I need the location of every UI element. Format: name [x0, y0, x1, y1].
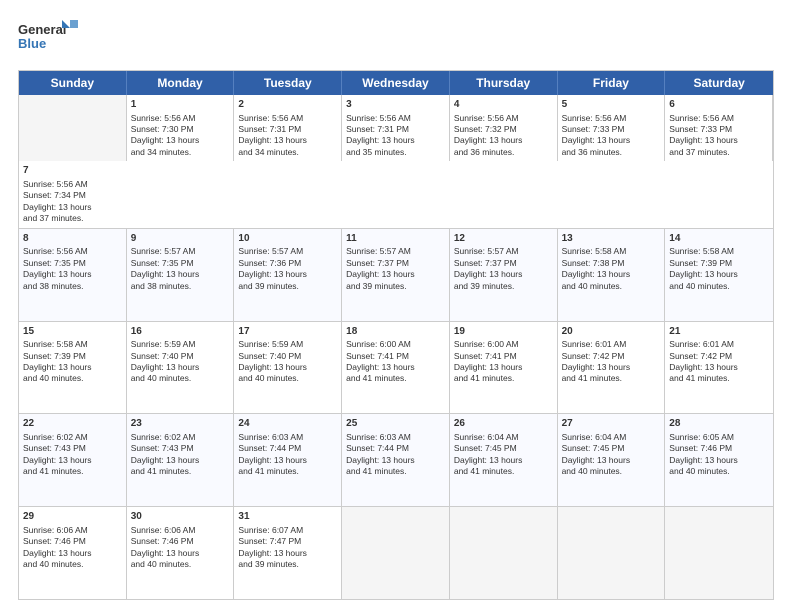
cal-cell-8: 8Sunrise: 5:56 AMSunset: 7:35 PMDaylight… [19, 229, 127, 321]
calendar-row-5: 29Sunrise: 6:06 AMSunset: 7:46 PMDayligh… [19, 506, 773, 599]
day-number: 3 [346, 98, 445, 112]
cal-cell-21: 21Sunrise: 6:01 AMSunset: 7:42 PMDayligh… [665, 322, 773, 414]
calendar-header: SundayMondayTuesdayWednesdayThursdayFrid… [19, 71, 773, 95]
day-number: 30 [131, 510, 230, 524]
header-tuesday: Tuesday [234, 71, 342, 95]
cal-cell-23: 23Sunrise: 6:02 AMSunset: 7:43 PMDayligh… [127, 414, 235, 506]
day-number: 7 [23, 164, 123, 178]
day-number: 12 [454, 232, 553, 246]
day-number: 19 [454, 325, 553, 339]
cal-cell-4: 4Sunrise: 5:56 AMSunset: 7:32 PMDaylight… [450, 95, 558, 161]
cal-cell-29: 29Sunrise: 6:06 AMSunset: 7:46 PMDayligh… [19, 507, 127, 599]
cal-cell-5: 5Sunrise: 5:56 AMSunset: 7:33 PMDaylight… [558, 95, 666, 161]
cal-cell-28: 28Sunrise: 6:05 AMSunset: 7:46 PMDayligh… [665, 414, 773, 506]
day-number: 16 [131, 325, 230, 339]
header-monday: Monday [127, 71, 235, 95]
cal-cell-31: 31Sunrise: 6:07 AMSunset: 7:47 PMDayligh… [234, 507, 342, 599]
svg-text:General: General [18, 22, 66, 37]
day-number: 28 [669, 417, 769, 431]
cal-cell-6: 6Sunrise: 5:56 AMSunset: 7:33 PMDaylight… [665, 95, 773, 161]
day-number: 25 [346, 417, 445, 431]
day-number: 10 [238, 232, 337, 246]
cal-cell-empty [665, 507, 773, 599]
header-wednesday: Wednesday [342, 71, 450, 95]
cal-cell-17: 17Sunrise: 5:59 AMSunset: 7:40 PMDayligh… [234, 322, 342, 414]
cal-cell-26: 26Sunrise: 6:04 AMSunset: 7:45 PMDayligh… [450, 414, 558, 506]
cal-cell-10: 10Sunrise: 5:57 AMSunset: 7:36 PMDayligh… [234, 229, 342, 321]
calendar-row-4: 22Sunrise: 6:02 AMSunset: 7:43 PMDayligh… [19, 413, 773, 506]
calendar-body: 1Sunrise: 5:56 AMSunset: 7:30 PMDaylight… [19, 95, 773, 599]
day-number: 20 [562, 325, 661, 339]
cal-cell-16: 16Sunrise: 5:59 AMSunset: 7:40 PMDayligh… [127, 322, 235, 414]
cal-cell-15: 15Sunrise: 5:58 AMSunset: 7:39 PMDayligh… [19, 322, 127, 414]
cal-cell-empty [450, 507, 558, 599]
header-sunday: Sunday [19, 71, 127, 95]
day-number: 18 [346, 325, 445, 339]
day-number: 6 [669, 98, 768, 112]
cal-cell-24: 24Sunrise: 6:03 AMSunset: 7:44 PMDayligh… [234, 414, 342, 506]
cal-cell-22: 22Sunrise: 6:02 AMSunset: 7:43 PMDayligh… [19, 414, 127, 506]
day-number: 13 [562, 232, 661, 246]
logo-svg: General Blue [18, 18, 78, 60]
day-number: 27 [562, 417, 661, 431]
cal-cell-27: 27Sunrise: 6:04 AMSunset: 7:45 PMDayligh… [558, 414, 666, 506]
cal-cell-18: 18Sunrise: 6:00 AMSunset: 7:41 PMDayligh… [342, 322, 450, 414]
header-saturday: Saturday [665, 71, 773, 95]
cal-cell-2: 2Sunrise: 5:56 AMSunset: 7:31 PMDaylight… [234, 95, 342, 161]
cal-cell-30: 30Sunrise: 6:06 AMSunset: 7:46 PMDayligh… [127, 507, 235, 599]
day-number: 4 [454, 98, 553, 112]
day-number: 1 [131, 98, 230, 112]
day-number: 31 [238, 510, 337, 524]
cal-cell-3: 3Sunrise: 5:56 AMSunset: 7:31 PMDaylight… [342, 95, 450, 161]
cal-cell-11: 11Sunrise: 5:57 AMSunset: 7:37 PMDayligh… [342, 229, 450, 321]
cal-cell-1: 1Sunrise: 5:56 AMSunset: 7:30 PMDaylight… [127, 95, 235, 161]
day-number: 11 [346, 232, 445, 246]
day-number: 9 [131, 232, 230, 246]
day-number: 26 [454, 417, 553, 431]
cal-cell-empty [342, 507, 450, 599]
cal-cell-19: 19Sunrise: 6:00 AMSunset: 7:41 PMDayligh… [450, 322, 558, 414]
calendar-row-3: 15Sunrise: 5:58 AMSunset: 7:39 PMDayligh… [19, 321, 773, 414]
cal-cell-20: 20Sunrise: 6:01 AMSunset: 7:42 PMDayligh… [558, 322, 666, 414]
cal-cell-12: 12Sunrise: 5:57 AMSunset: 7:37 PMDayligh… [450, 229, 558, 321]
page: General Blue SundayMondayTuesdayWednesda… [0, 0, 792, 612]
svg-text:Blue: Blue [18, 36, 46, 51]
day-number: 15 [23, 325, 122, 339]
cal-cell-9: 9Sunrise: 5:57 AMSunset: 7:35 PMDaylight… [127, 229, 235, 321]
cal-cell-25: 25Sunrise: 6:03 AMSunset: 7:44 PMDayligh… [342, 414, 450, 506]
day-number: 17 [238, 325, 337, 339]
calendar: SundayMondayTuesdayWednesdayThursdayFrid… [18, 70, 774, 600]
day-number: 23 [131, 417, 230, 431]
header: General Blue [18, 18, 774, 60]
cal-cell-empty [19, 95, 127, 161]
day-number: 29 [23, 510, 122, 524]
day-number: 2 [238, 98, 337, 112]
calendar-row-1: 1Sunrise: 5:56 AMSunset: 7:30 PMDaylight… [19, 95, 773, 228]
header-thursday: Thursday [450, 71, 558, 95]
logo: General Blue [18, 18, 78, 60]
header-friday: Friday [558, 71, 666, 95]
day-number: 24 [238, 417, 337, 431]
cal-cell-14: 14Sunrise: 5:58 AMSunset: 7:39 PMDayligh… [665, 229, 773, 321]
calendar-row-2: 8Sunrise: 5:56 AMSunset: 7:35 PMDaylight… [19, 228, 773, 321]
cal-cell-empty [558, 507, 666, 599]
day-number: 14 [669, 232, 769, 246]
day-number: 5 [562, 98, 661, 112]
day-number: 22 [23, 417, 122, 431]
cal-cell-7: 7Sunrise: 5:56 AMSunset: 7:34 PMDaylight… [19, 161, 127, 227]
day-number: 8 [23, 232, 122, 246]
cal-cell-13: 13Sunrise: 5:58 AMSunset: 7:38 PMDayligh… [558, 229, 666, 321]
day-number: 21 [669, 325, 769, 339]
logo-graphic: General Blue [18, 18, 78, 60]
